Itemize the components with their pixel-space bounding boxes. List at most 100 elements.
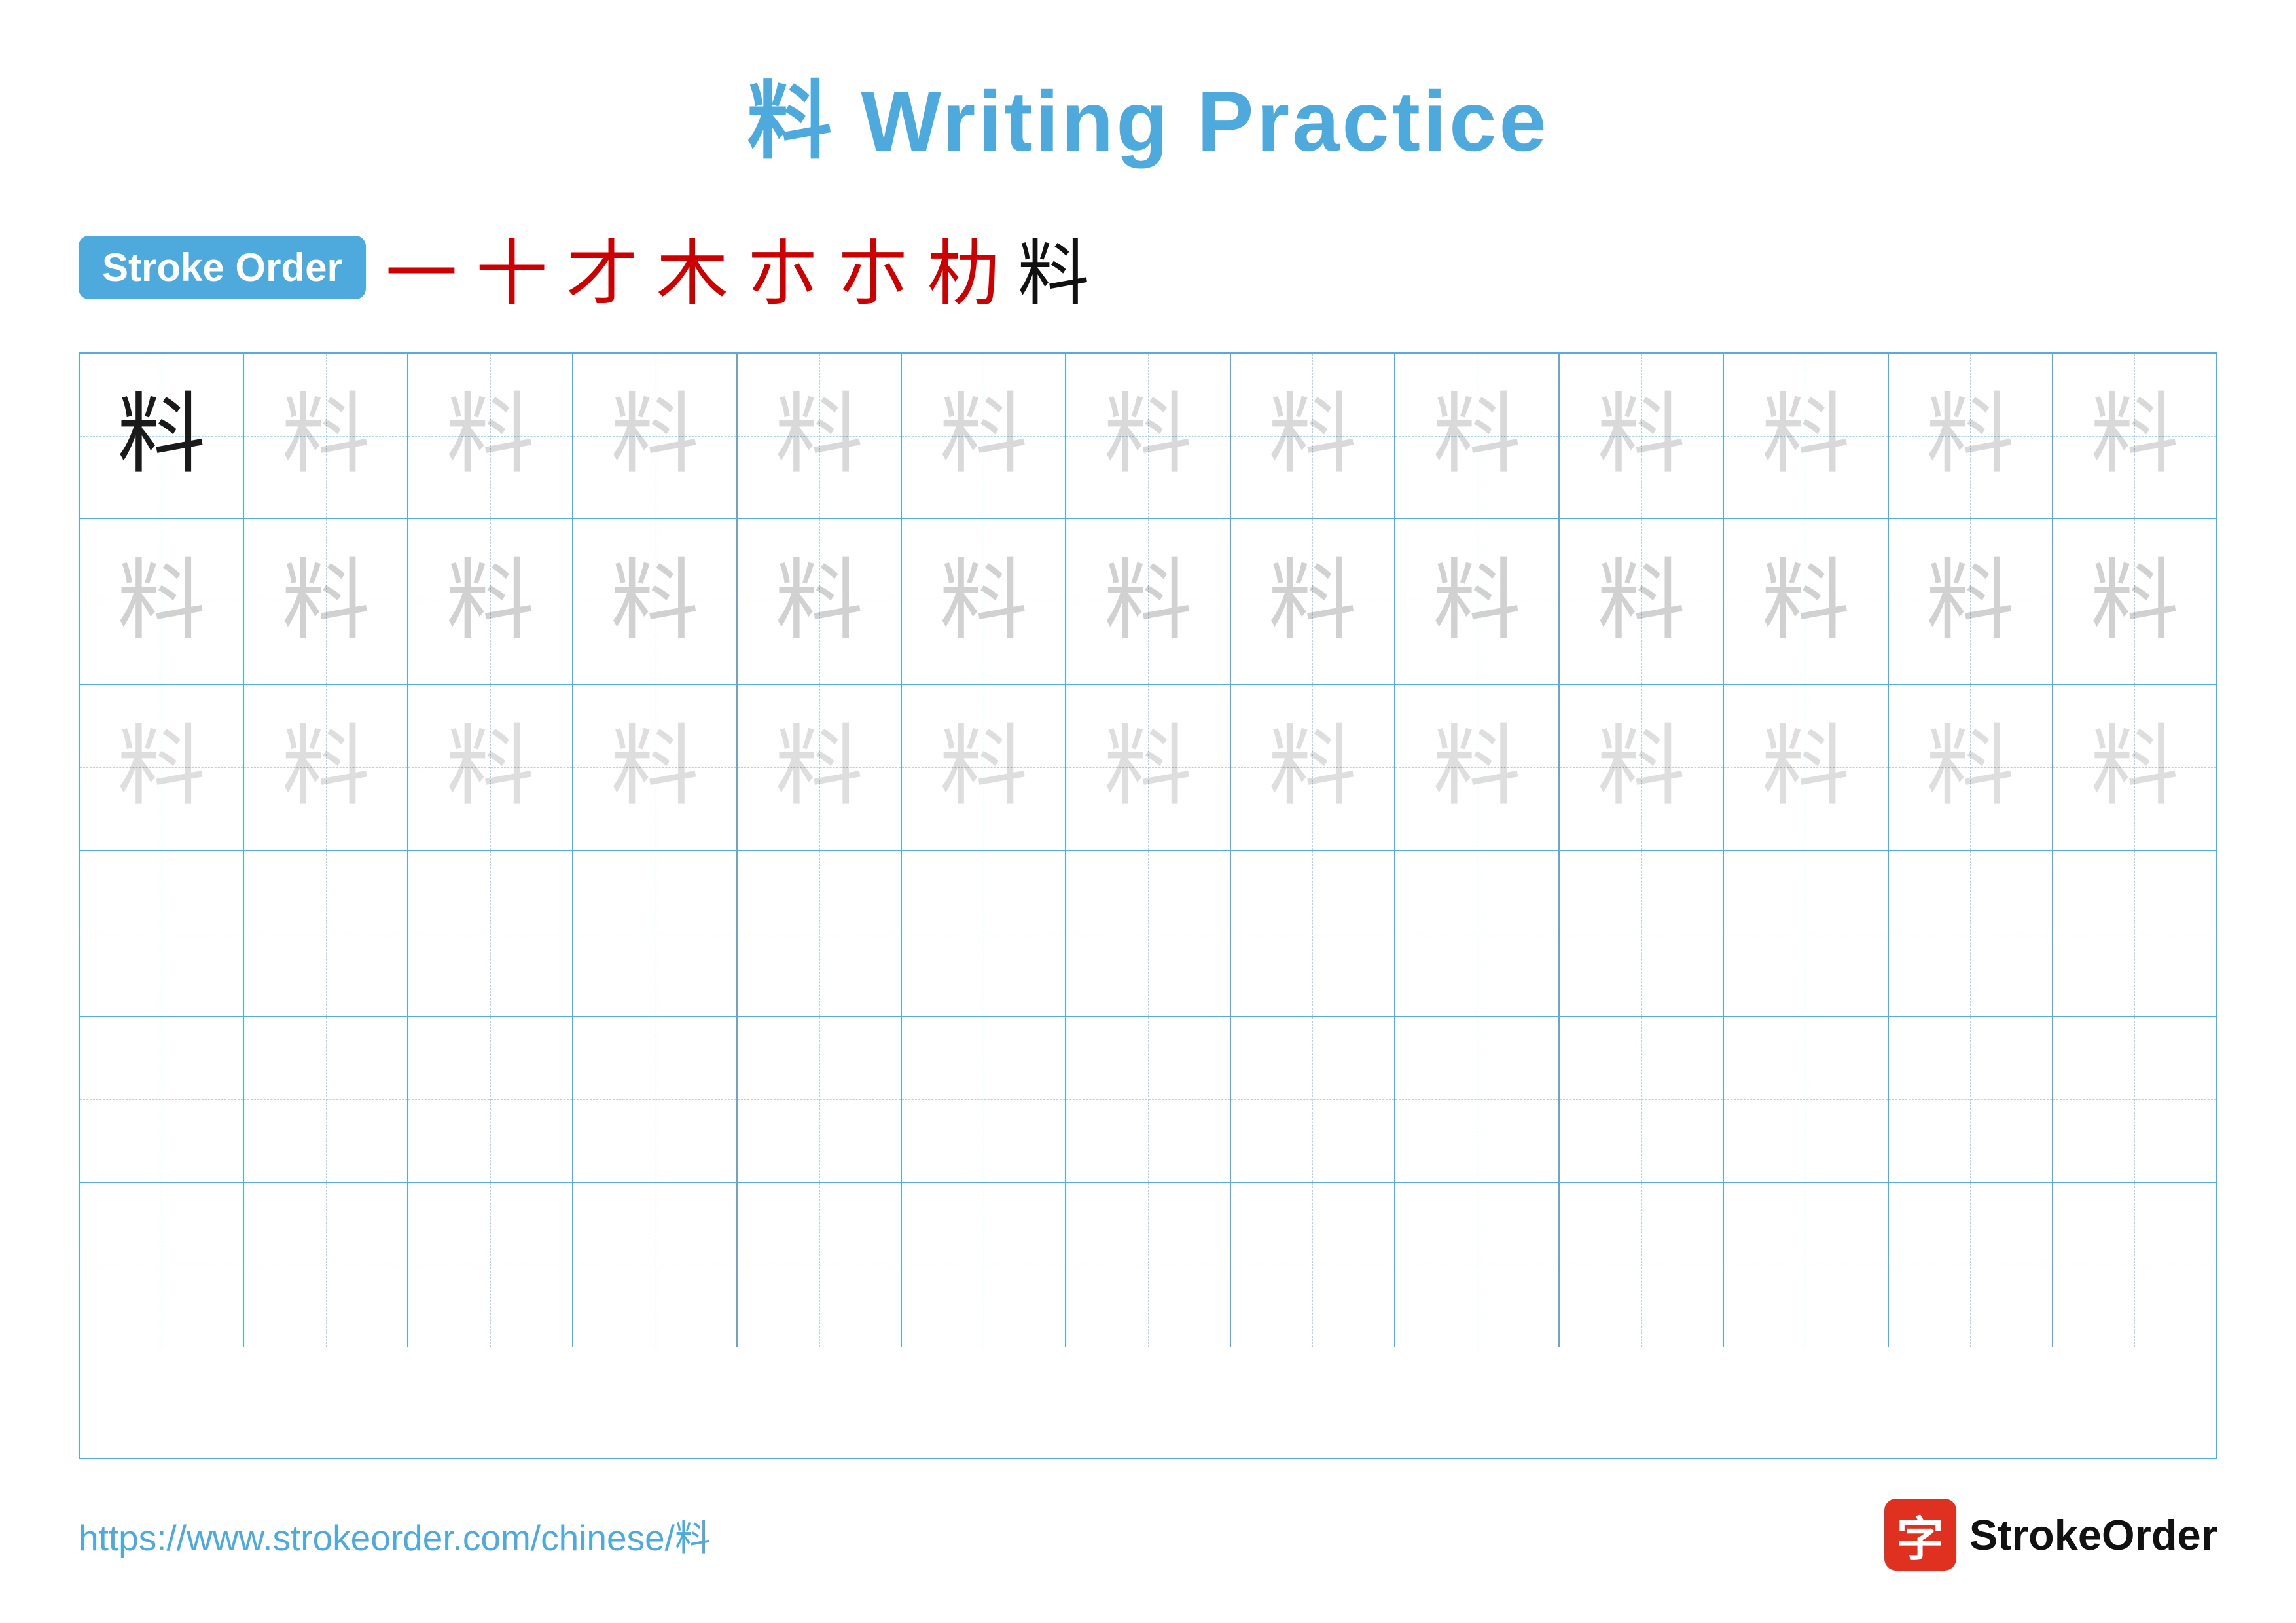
grid-cell-2-4[interactable]: 料: [738, 685, 902, 850]
grid-cell-4-8[interactable]: [1395, 1017, 1560, 1182]
grid-cell-5-2[interactable]: [408, 1183, 573, 1347]
grid-cell-3-1[interactable]: [244, 851, 408, 1015]
grid-cell-5-11[interactable]: [1889, 1183, 2053, 1347]
grid-cell-2-7[interactable]: 料: [1231, 685, 1395, 850]
grid-cell-2-9[interactable]: 料: [1560, 685, 1724, 850]
grid-cell-1-5[interactable]: 料: [902, 519, 1066, 684]
grid-cell-0-5[interactable]: 料: [902, 354, 1066, 518]
page: 料 Writing Practice Stroke Order 一十才木朩朩朸料…: [0, 0, 2296, 1623]
stroke-seq-1: 十: [476, 215, 548, 319]
grid-cell-5-1[interactable]: [244, 1183, 408, 1347]
grid-cell-4-6[interactable]: [1066, 1017, 1230, 1182]
grid-cell-3-7[interactable]: [1231, 851, 1395, 1015]
grid-cell-2-1[interactable]: 料: [244, 685, 408, 850]
grid-cell-4-12[interactable]: [2053, 1017, 2216, 1182]
char-2-1: 料: [281, 723, 370, 812]
grid-cell-5-3[interactable]: [573, 1183, 738, 1347]
grid-cell-1-11[interactable]: 料: [1889, 519, 2053, 684]
grid-cell-1-1[interactable]: 料: [244, 519, 408, 684]
char-2-7: 料: [1268, 723, 1357, 812]
grid-cell-1-7[interactable]: 料: [1231, 519, 1395, 684]
grid-cell-4-11[interactable]: [1889, 1017, 2053, 1182]
grid-cell-3-2[interactable]: [408, 851, 573, 1015]
grid-cell-4-3[interactable]: [573, 1017, 738, 1182]
grid-cell-3-9[interactable]: [1560, 851, 1724, 1015]
grid-cell-0-4[interactable]: 料: [738, 354, 902, 518]
grid-cell-5-7[interactable]: [1231, 1183, 1395, 1347]
grid-cell-2-0[interactable]: 料: [80, 685, 244, 850]
grid-cell-4-0[interactable]: [80, 1017, 244, 1182]
grid-cell-2-11[interactable]: 料: [1889, 685, 2053, 850]
grid-cell-2-5[interactable]: 料: [902, 685, 1066, 850]
char-2-6: 料: [1104, 723, 1193, 812]
grid-cell-1-10[interactable]: 料: [1724, 519, 1888, 684]
grid-cell-4-5[interactable]: [902, 1017, 1066, 1182]
char-1-11: 料: [1926, 558, 2015, 646]
footer-logo-icon: 字: [1884, 1499, 1956, 1571]
grid-cell-1-2[interactable]: 料: [408, 519, 573, 684]
grid-cell-2-3[interactable]: 料: [573, 685, 738, 850]
grid-cell-4-7[interactable]: [1231, 1017, 1395, 1182]
grid-cell-2-8[interactable]: 料: [1395, 685, 1560, 850]
grid-cell-5-5[interactable]: [902, 1183, 1066, 1347]
grid-cell-1-8[interactable]: 料: [1395, 519, 1560, 684]
grid-cell-1-12[interactable]: 料: [2053, 519, 2216, 684]
grid-cell-0-11[interactable]: 料: [1889, 354, 2053, 518]
grid-cell-1-4[interactable]: 料: [738, 519, 902, 684]
grid-cell-3-4[interactable]: [738, 851, 902, 1015]
grid-cell-1-6[interactable]: 料: [1066, 519, 1230, 684]
stroke-seq-4: 朩: [747, 215, 819, 319]
char-2-4: 料: [775, 723, 863, 812]
grid-cell-4-10[interactable]: [1724, 1017, 1888, 1182]
grid-cell-0-1[interactable]: 料: [244, 354, 408, 518]
grid-cell-3-12[interactable]: [2053, 851, 2216, 1015]
grid-cell-5-6[interactable]: [1066, 1183, 1230, 1347]
grid-cell-0-0[interactable]: 料: [80, 354, 244, 518]
char-1-9: 料: [1597, 558, 1685, 646]
grid-cell-4-9[interactable]: [1560, 1017, 1724, 1182]
grid-row-2: 料料料料料料料料料料料料料: [80, 685, 2216, 851]
grid-cell-2-10[interactable]: 料: [1724, 685, 1888, 850]
stroke-seq-0: 一: [386, 215, 457, 319]
grid-cell-5-8[interactable]: [1395, 1183, 1560, 1347]
grid-cell-5-4[interactable]: [738, 1183, 902, 1347]
grid-cell-4-1[interactable]: [244, 1017, 408, 1182]
char-2-11: 料: [1926, 723, 2015, 812]
grid-cell-5-9[interactable]: [1560, 1183, 1724, 1347]
grid-cell-0-8[interactable]: 料: [1395, 354, 1560, 518]
grid-cell-5-0[interactable]: [80, 1183, 244, 1347]
grid-cell-1-9[interactable]: 料: [1560, 519, 1724, 684]
grid-cell-3-8[interactable]: [1395, 851, 1560, 1015]
grid-cell-4-4[interactable]: [738, 1017, 902, 1182]
grid-cell-0-7[interactable]: 料: [1231, 354, 1395, 518]
grid-cell-2-2[interactable]: 料: [408, 685, 573, 850]
grid-cell-1-0[interactable]: 料: [80, 519, 244, 684]
grid-cell-5-12[interactable]: [2053, 1183, 2216, 1347]
stroke-sequence: 一十才木朩朩朸料: [386, 215, 1090, 319]
grid-cell-0-6[interactable]: 料: [1066, 354, 1230, 518]
grid-cell-3-3[interactable]: [573, 851, 738, 1015]
char-0-12: 料: [2090, 392, 2179, 480]
grid-cell-0-3[interactable]: 料: [573, 354, 738, 518]
grid-cell-0-12[interactable]: 料: [2053, 354, 2216, 518]
footer-logo: 字 StrokeOrder: [1884, 1499, 2217, 1571]
grid-cell-3-6[interactable]: [1066, 851, 1230, 1015]
grid-cell-4-2[interactable]: [408, 1017, 573, 1182]
grid-cell-0-9[interactable]: 料: [1560, 354, 1724, 518]
practice-grid: 料料料料料料料料料料料料料料料料料料料料料料料料料料料料料料料料料料料料料料料: [79, 352, 2217, 1459]
grid-cell-2-12[interactable]: 料: [2053, 685, 2216, 850]
grid-cell-2-6[interactable]: 料: [1066, 685, 1230, 850]
grid-cell-0-10[interactable]: 料: [1724, 354, 1888, 518]
char-1-2: 料: [446, 558, 535, 646]
grid-cell-5-10[interactable]: [1724, 1183, 1888, 1347]
grid-cell-3-11[interactable]: [1889, 851, 2053, 1015]
stroke-seq-6: 朸: [927, 215, 999, 319]
stroke-seq-5: 朩: [837, 215, 909, 319]
char-1-8: 料: [1433, 558, 1521, 646]
grid-cell-3-0[interactable]: [80, 851, 244, 1015]
char-0-3: 料: [611, 392, 699, 480]
grid-cell-0-2[interactable]: 料: [408, 354, 573, 518]
grid-cell-3-5[interactable]: [902, 851, 1066, 1015]
grid-cell-1-3[interactable]: 料: [573, 519, 738, 684]
grid-cell-3-10[interactable]: [1724, 851, 1888, 1015]
